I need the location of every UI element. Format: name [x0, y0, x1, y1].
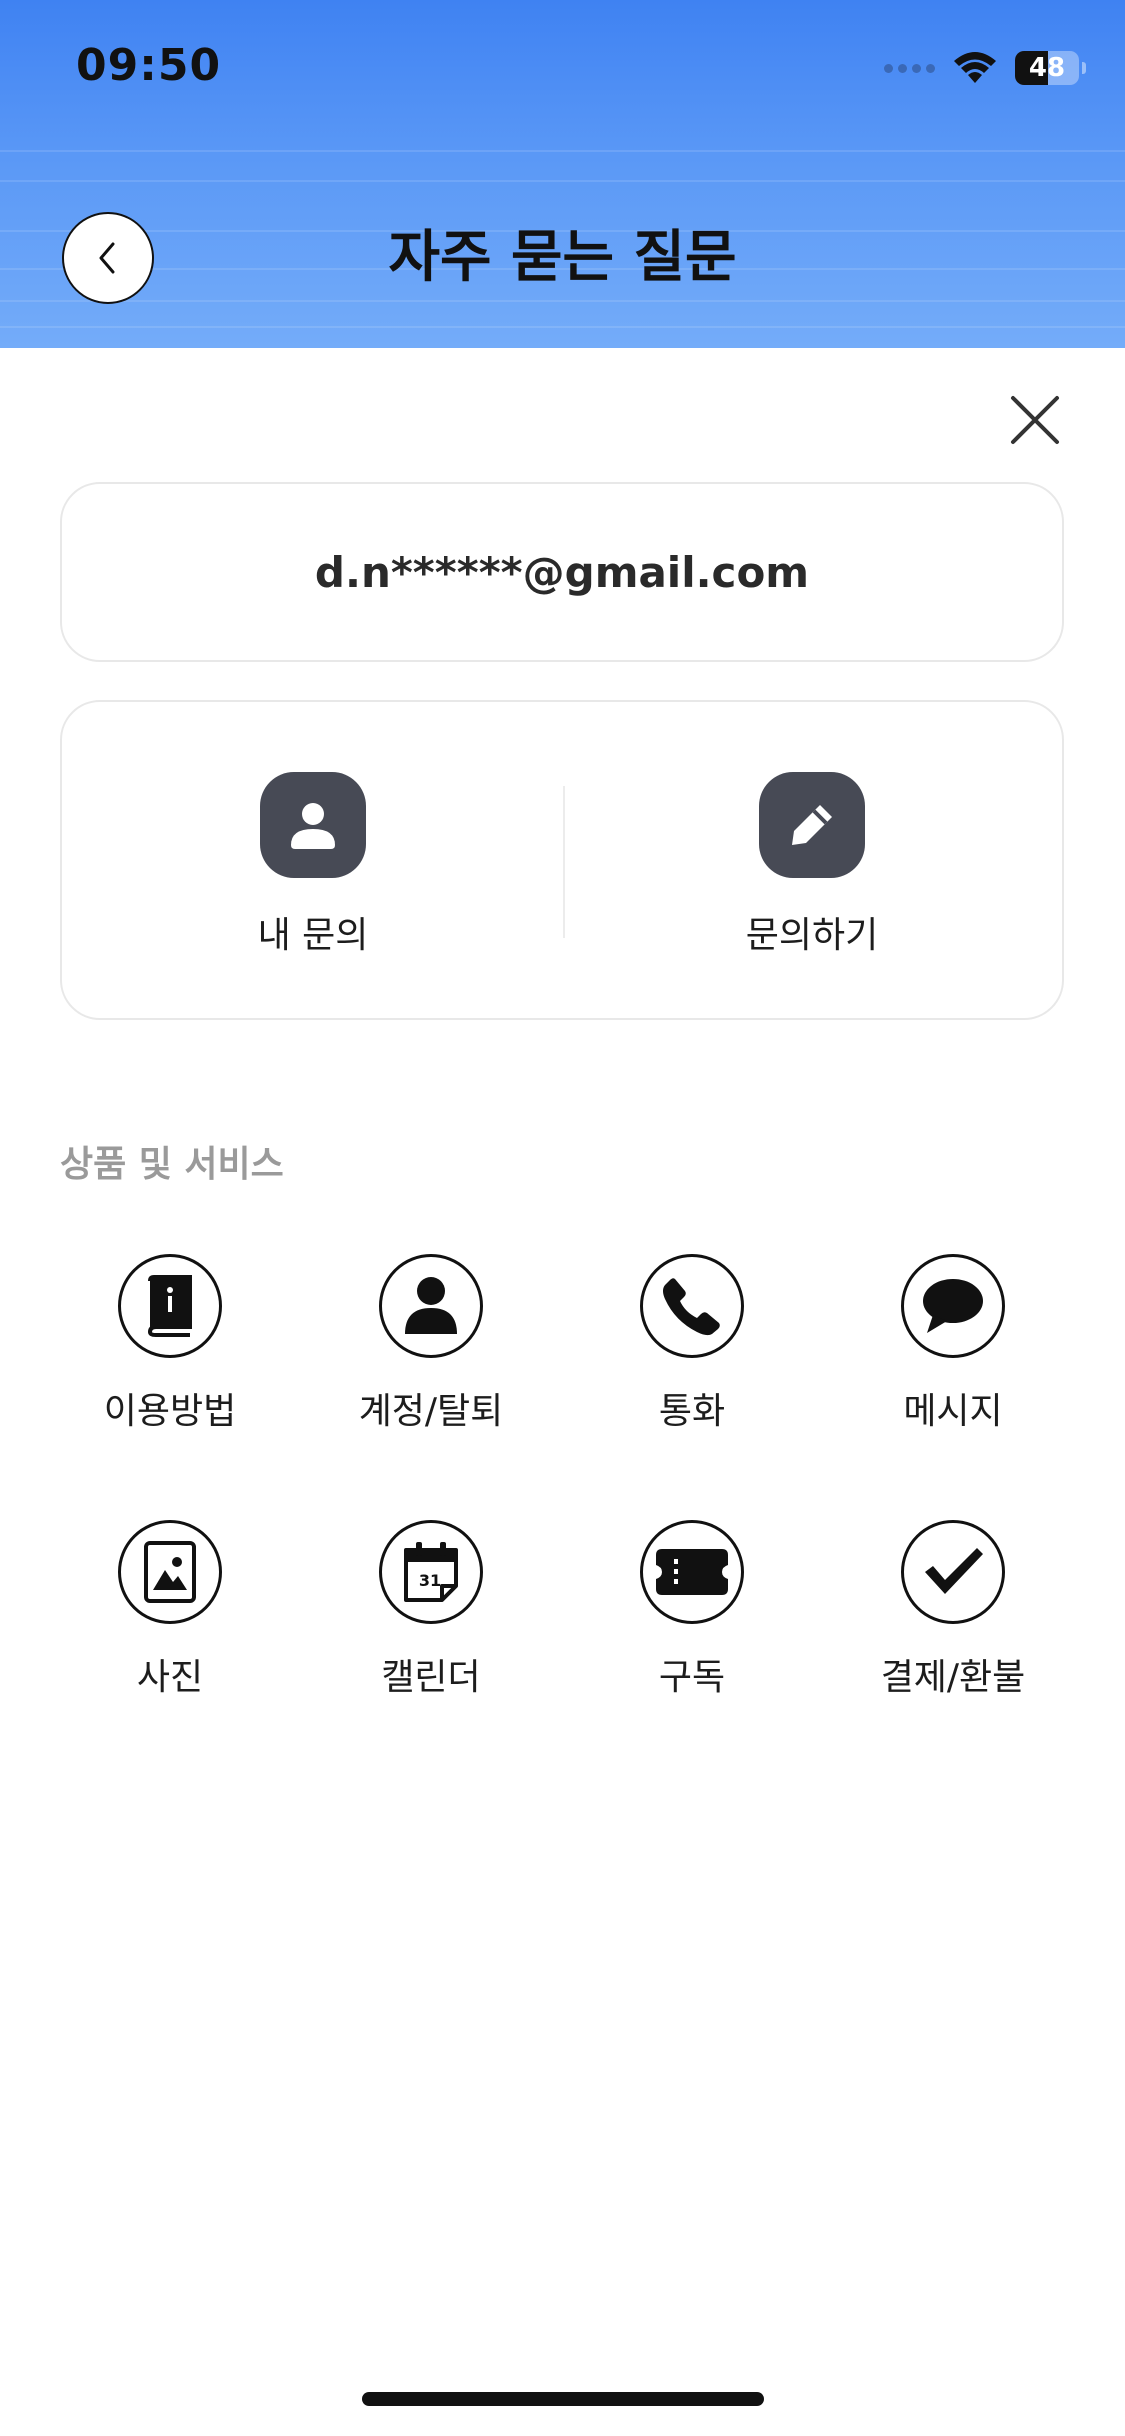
wifi-icon	[954, 52, 996, 83]
calendar-day: 31	[419, 1571, 441, 1590]
category-label: 계정/탈퇴	[358, 1391, 504, 1432]
category-payment-refund[interactable]: 결제/환불	[823, 1520, 1083, 1700]
header-stripe	[0, 180, 1125, 182]
category-circle	[901, 1520, 1005, 1624]
category-label: 메시지	[903, 1391, 1003, 1432]
signal-dots-icon	[884, 63, 935, 73]
make-inquiry-tile	[759, 772, 865, 878]
category-circle	[901, 1254, 1005, 1358]
status-icons: 48	[884, 46, 1086, 90]
actions-divider	[563, 786, 565, 938]
category-label: 결제/환불	[880, 1657, 1026, 1698]
header-stripe	[0, 300, 1125, 302]
status-time: 09:50	[76, 40, 222, 91]
category-call[interactable]: 통화	[562, 1254, 822, 1434]
category-circle	[379, 1254, 483, 1358]
header-stripe	[0, 326, 1125, 328]
photo-icon	[144, 1541, 196, 1603]
category-calendar[interactable]: 31 캘린더	[301, 1520, 561, 1700]
my-inquiries-label: 내 문의	[257, 915, 369, 956]
category-subscription[interactable]: 구독	[562, 1520, 822, 1700]
account-person-icon	[405, 1277, 457, 1334]
make-inquiry-label: 문의하기	[745, 915, 879, 956]
battery-level: 48	[1028, 53, 1066, 83]
pencil-icon	[792, 805, 832, 845]
guide-book-icon	[147, 1275, 192, 1337]
my-inquiries-tile	[260, 772, 366, 878]
section-title: 상품 및 서비스	[60, 1144, 284, 1185]
category-account[interactable]: 계정/탈퇴	[301, 1254, 561, 1434]
phone-icon	[663, 1278, 720, 1336]
category-message[interactable]: 메시지	[823, 1254, 1083, 1434]
header-stripe	[0, 150, 1125, 152]
page-title: 자주 묻는 질문	[388, 225, 737, 290]
make-inquiry-button[interactable]: 문의하기	[662, 772, 962, 958]
account-email-card: d.n******@gmail.com	[60, 482, 1064, 662]
ticket-icon	[656, 1549, 728, 1595]
calendar-icon: 31	[404, 1542, 458, 1602]
close-icon	[1011, 396, 1059, 444]
category-photo[interactable]: 사진	[40, 1520, 300, 1700]
category-label: 캘린더	[381, 1657, 481, 1698]
home-indicator	[362, 2392, 764, 2406]
category-label: 구독	[658, 1657, 726, 1698]
category-circle: 31	[379, 1520, 483, 1624]
category-circle	[640, 1254, 744, 1358]
checkmark-icon	[925, 1548, 983, 1594]
category-label: 사진	[136, 1657, 204, 1698]
category-circle	[118, 1520, 222, 1624]
account-email: d.n******@gmail.com	[314, 547, 810, 597]
category-circle	[640, 1520, 744, 1624]
my-inquiries-button[interactable]: 내 문의	[163, 772, 463, 958]
person-icon	[291, 803, 335, 849]
header: 09:50 48 자주 묻는 질문	[0, 0, 1125, 348]
category-label: 이용방법	[103, 1391, 237, 1432]
inquiry-actions-card: 내 문의 문의하기	[60, 700, 1064, 1020]
category-circle	[118, 1254, 222, 1358]
category-how-to-use[interactable]: 이용방법	[40, 1254, 300, 1434]
message-bubble-icon	[923, 1279, 983, 1333]
close-button[interactable]	[1005, 390, 1065, 450]
category-label: 통화	[658, 1391, 726, 1432]
battery-icon: 48	[1015, 51, 1086, 85]
